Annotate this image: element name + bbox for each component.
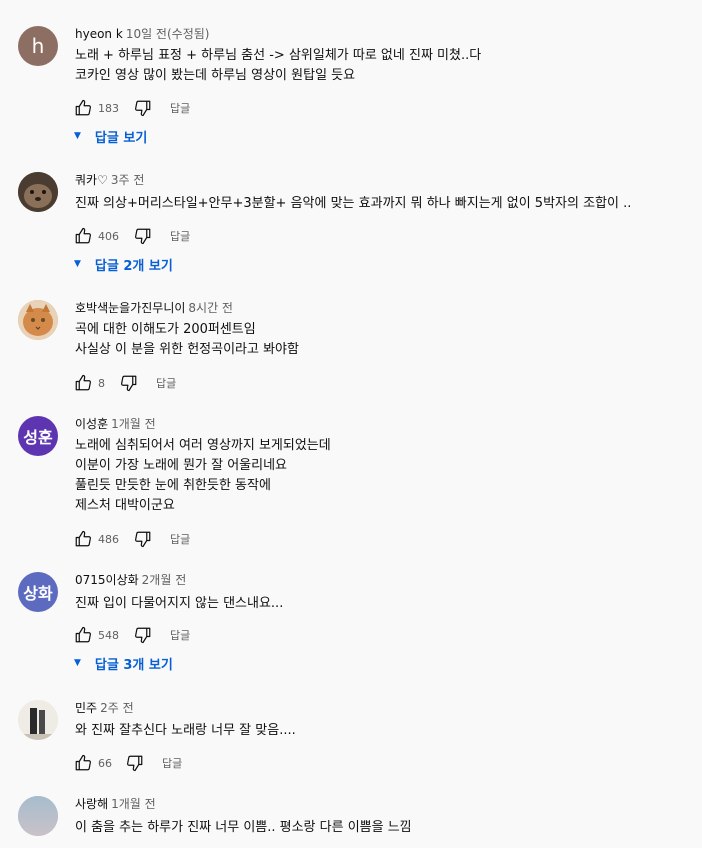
- view-replies-label: 답글 2개 보기: [94, 258, 173, 274]
- comment-author[interactable]: 쿼카♡: [75, 173, 108, 187]
- comment-text: 진짜 의상+머리스타일+안무+3분할+ 음악에 맞는 효과까지 뭐 하나 빠지는…: [75, 194, 631, 214]
- comment-time[interactable]: 2주 전: [100, 701, 134, 715]
- caret-down-icon: ▼: [74, 131, 81, 141]
- reply-button[interactable]: 답글: [170, 627, 190, 643]
- caret-down-icon: ▼: [74, 259, 81, 269]
- comment-author[interactable]: 호박색눈을가진무니이: [75, 301, 185, 315]
- avatar[interactable]: [18, 300, 58, 340]
- reply-button[interactable]: 답글: [170, 228, 190, 244]
- like-count: 548: [98, 628, 119, 642]
- comment-time[interactable]: 1개월 전: [111, 797, 156, 811]
- avatar[interactable]: 상화: [18, 572, 58, 612]
- view-replies-button[interactable]: ▼ 답글 3개 보기: [74, 653, 173, 673]
- avatar-image: [18, 300, 58, 340]
- reply-button[interactable]: 답글: [170, 100, 190, 116]
- view-replies-button[interactable]: ▼ 답글 2개 보기: [74, 254, 173, 274]
- thumbs-down-icon[interactable]: [120, 374, 138, 392]
- comment-line: 진짜 의상+머리스타일+안무+3분할+ 음악에 맞는 효과까지 뭐 하나 빠지는…: [75, 196, 632, 211]
- thumbs-up-icon[interactable]: [74, 227, 92, 245]
- thumbs-down-icon[interactable]: [126, 754, 144, 772]
- comment-author[interactable]: 이성훈: [75, 417, 108, 431]
- reply-button[interactable]: 답글: [170, 531, 190, 547]
- like-count: 406: [98, 229, 119, 243]
- like-count: 66: [98, 756, 112, 770]
- thumbs-up-icon[interactable]: [74, 99, 92, 117]
- avatar[interactable]: h: [18, 26, 58, 66]
- comment-line: 진짜 입이 다물어지지 않는 댄스내요...: [75, 596, 284, 611]
- caret-down-icon: ▼: [74, 658, 81, 668]
- comment-time[interactable]: 8시간 전: [188, 301, 233, 315]
- avatar-image: [18, 796, 58, 836]
- like-count: 8: [98, 376, 105, 390]
- comment-line: 곡에 대한 이해도가 200퍼센트임: [75, 322, 256, 337]
- comment-text: 와 진짜 잘추신다 노래랑 너무 잘 맞음....: [75, 721, 296, 741]
- comment-line: 노래에 심취되어서 여러 영상까지 보게되었는데: [75, 438, 331, 453]
- comment-text: 이 춤을 추는 하루가 진짜 너무 이쁨.. 평소랑 다른 이쁨을 느낌: [75, 818, 412, 838]
- avatar[interactable]: 성훈: [18, 416, 58, 456]
- avatar[interactable]: [18, 700, 58, 740]
- reply-button[interactable]: 답글: [156, 375, 176, 391]
- thumbs-up-icon[interactable]: [74, 530, 92, 548]
- view-replies-label: 답글 보기: [94, 130, 148, 146]
- comment-line: 사실상 이 분을 위한 헌정곡이라고 봐야함: [75, 342, 299, 357]
- comment-author[interactable]: 0715이상화: [75, 573, 139, 587]
- comment-time[interactable]: 3주 전: [111, 173, 145, 187]
- comment-text: 진짜 입이 다물어지지 않는 댄스내요...: [75, 594, 283, 614]
- avatar-image: [18, 172, 58, 212]
- avatar-letter: 성훈: [23, 428, 53, 447]
- view-replies-button[interactable]: ▼ 답글 보기: [74, 126, 147, 146]
- thumbs-down-icon[interactable]: [134, 99, 152, 117]
- avatar[interactable]: [18, 796, 58, 836]
- comment-line: 풀린듯 만듯한 눈에 취한듯한 동작에: [75, 478, 271, 493]
- thumbs-down-icon[interactable]: [134, 227, 152, 245]
- thumbs-up-icon[interactable]: [74, 374, 92, 392]
- comment-author[interactable]: 민주: [75, 701, 97, 715]
- like-count: 183: [98, 101, 119, 115]
- comment-time[interactable]: 10일 전(수정됨): [126, 27, 210, 41]
- comment-line: 노래 + 하루님 표정 + 하루님 춤선 -> 삼위일체가 따로 없네 진짜 미…: [75, 48, 482, 63]
- thumbs-down-icon[interactable]: [134, 626, 152, 644]
- avatar-letter: h: [31, 34, 45, 58]
- reply-button[interactable]: 답글: [162, 755, 182, 771]
- thumbs-up-icon[interactable]: [74, 626, 92, 644]
- avatar-image: [18, 700, 58, 740]
- comment-line: 이 춤을 추는 하루가 진짜 너무 이쁨.. 평소랑 다른 이쁨을 느낌: [75, 820, 412, 835]
- like-count: 486: [98, 532, 119, 546]
- comment-line: 와 진짜 잘추신다 노래랑 너무 잘 맞음....: [75, 723, 296, 738]
- comment-text: 노래에 심취되어서 여러 영상까지 보게되었는데 이분이 가장 노래에 뭔가 잘…: [75, 436, 331, 516]
- comment-text: 곡에 대한 이해도가 200퍼센트임 사실상 이 분을 위한 헌정곡이라고 봐야…: [75, 320, 299, 360]
- thumbs-up-icon[interactable]: [74, 754, 92, 772]
- comment-line: 제스처 대박이군요: [75, 498, 175, 513]
- comment-line: 코카인 영상 많이 봤는데 하루님 영상이 원탑일 듯요: [75, 68, 356, 83]
- comment-time[interactable]: 1개월 전: [111, 417, 156, 431]
- comment-time[interactable]: 2개월 전: [142, 573, 187, 587]
- comment-author[interactable]: hyeon k: [75, 27, 123, 41]
- comment-author[interactable]: 사랑해: [75, 797, 108, 811]
- comment-text: 노래 + 하루님 표정 + 하루님 춤선 -> 삼위일체가 따로 없네 진짜 미…: [75, 46, 481, 86]
- comment-line: 이분이 가장 노래에 뭔가 잘 어울리네요: [75, 458, 288, 473]
- avatar-letter: 상화: [23, 584, 53, 603]
- avatar[interactable]: [18, 172, 58, 212]
- thumbs-down-icon[interactable]: [134, 530, 152, 548]
- view-replies-label: 답글 3개 보기: [94, 657, 173, 673]
